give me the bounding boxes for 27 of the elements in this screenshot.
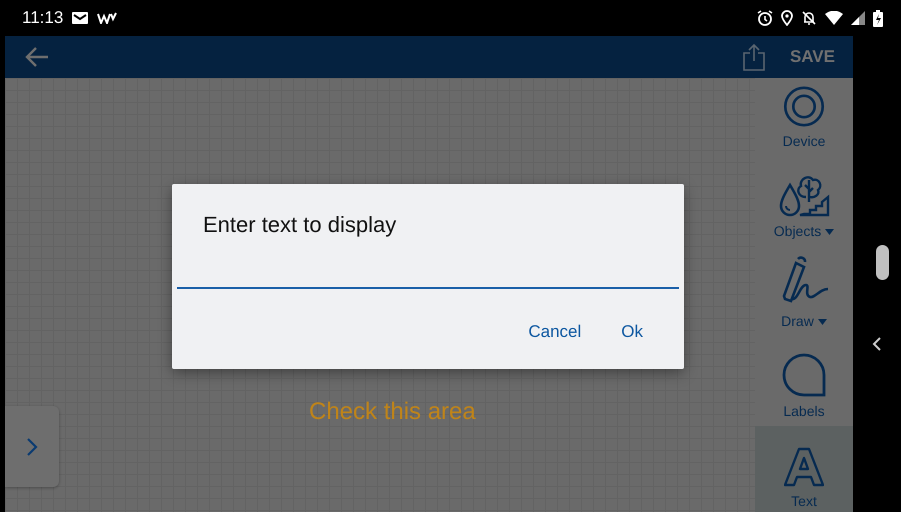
status-time: 11:13	[22, 7, 64, 30]
target-icon	[781, 86, 827, 127]
dialog-button[interactable]: Cancel	[516, 313, 594, 350]
muted-bell-icon	[801, 10, 817, 26]
chevron-left-icon[interactable]	[872, 336, 882, 352]
back-arrow-icon[interactable]	[25, 46, 49, 68]
toolbar-item[interactable]: Text	[755, 426, 853, 512]
battery-icon	[873, 10, 883, 26]
canvas-label: Check this area	[309, 397, 476, 427]
toolbar-item[interactable]: Device	[755, 82, 853, 152]
chevron-right-icon	[26, 436, 38, 456]
toolbar-item[interactable]: Objects	[755, 156, 853, 242]
scroll-thumb[interactable]	[876, 245, 889, 280]
letter-icon	[784, 447, 824, 487]
app-icon	[97, 12, 118, 24]
save-button[interactable]: SAVE	[782, 40, 843, 74]
dialog-button[interactable]: Ok	[609, 313, 655, 350]
wifi-icon	[825, 11, 843, 25]
toolbar-item[interactable]: Labels	[755, 336, 853, 422]
dialog-title: Enter text to display	[203, 211, 398, 239]
toolbar-item[interactable]: Draw	[755, 246, 853, 332]
teardrop-icon	[782, 353, 826, 397]
share-icon[interactable]	[742, 43, 766, 71]
signal-icon	[851, 11, 865, 25]
alarm-icon	[757, 10, 773, 26]
location-icon	[781, 10, 793, 26]
mail-icon	[71, 11, 90, 25]
